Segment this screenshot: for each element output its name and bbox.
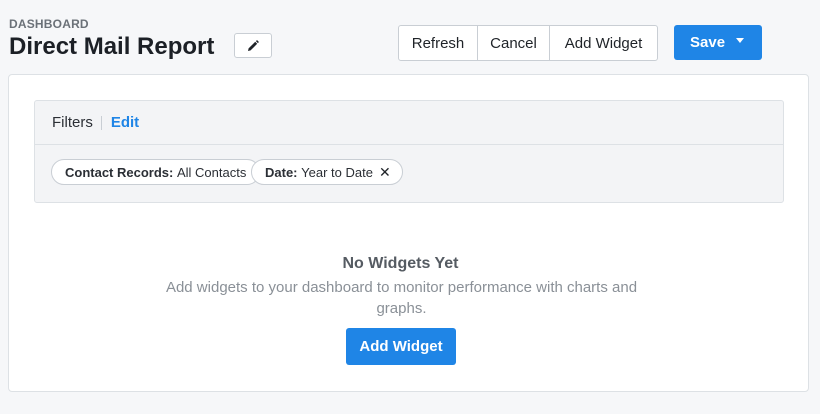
close-icon[interactable]: ✕ [379, 165, 391, 179]
filter-chip-date[interactable]: Date: Year to Date ✕ [251, 159, 403, 185]
page-title: Direct Mail Report [9, 33, 215, 60]
pencil-icon [248, 39, 259, 51]
save-button[interactable]: Save [674, 25, 762, 60]
empty-state-add-widget-button[interactable]: Add Widget [346, 328, 456, 365]
filters-panel: Filters Edit Contact Records: All Contac… [34, 100, 784, 203]
dashboard-panel: Filters Edit Contact Records: All Contac… [8, 74, 809, 392]
toolbar-button-group: Refresh Cancel Add Widget [398, 25, 658, 61]
filters-header: Filters Edit [35, 101, 783, 145]
empty-state-title: No Widgets Yet [342, 255, 459, 272]
save-button-label: Save [690, 34, 726, 51]
filters-edit-link[interactable]: Edit [111, 114, 139, 131]
edit-title-button[interactable] [234, 33, 272, 58]
filters-label: Filters [52, 114, 93, 131]
add-widget-button[interactable]: Add Widget [549, 26, 657, 60]
filter-chip-key: Date: [265, 164, 298, 180]
empty-state-description: Add widgets to your dashboard to monitor… [165, 279, 638, 317]
filter-chip-key: Contact Records: [65, 164, 174, 180]
filters-divider [100, 115, 102, 130]
caret-down-icon[interactable] [736, 38, 744, 43]
refresh-button[interactable]: Refresh [399, 26, 477, 60]
filter-chip-value: Year to Date [301, 164, 373, 180]
page-eyebrow: DASHBOARD [9, 17, 89, 31]
cancel-button[interactable]: Cancel [477, 26, 549, 60]
filter-chip-value: All Contacts [176, 164, 247, 180]
filter-chip-contact-records[interactable]: Contact Records: All Contacts [51, 159, 261, 185]
